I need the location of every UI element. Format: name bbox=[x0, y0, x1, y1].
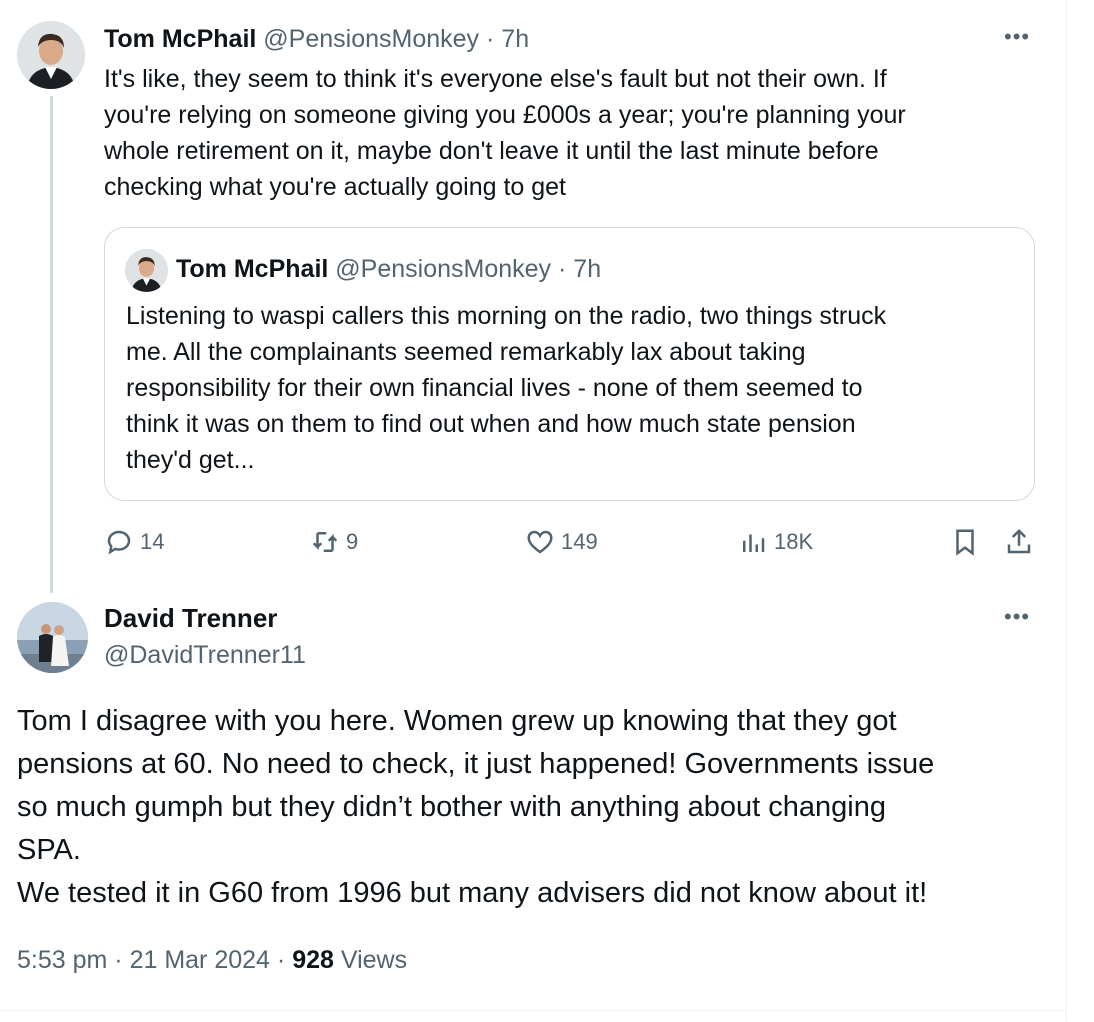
separator-dot: · bbox=[114, 946, 123, 974]
quoted-tweet-time: 7h bbox=[573, 255, 602, 283]
avatar-tom-mcphail-icon bbox=[17, 21, 85, 89]
tweet-time[interactable]: 7h bbox=[501, 25, 529, 53]
quoted-tweet-header: Tom McPhail @PensionsMonkey · 7h bbox=[176, 254, 601, 284]
tweet-time[interactable]: 5:53 pm bbox=[17, 946, 107, 974]
retweet-button[interactable]: 9 bbox=[310, 526, 358, 558]
thread-connector-line bbox=[50, 96, 53, 593]
share-icon bbox=[1007, 528, 1031, 554]
quoted-tweet-text: Listening to waspi callers this morning … bbox=[126, 302, 887, 474]
tweet-metadata: 5:53 pm · 21 Mar 2024 · 928 Views bbox=[17, 943, 407, 977]
like-count: 149 bbox=[561, 529, 598, 554]
avatar[interactable] bbox=[17, 602, 88, 673]
author-handle[interactable]: @PensionsMonkey bbox=[263, 25, 479, 53]
tweet-header: Tom McPhail @PensionsMonkey · 7h bbox=[104, 24, 529, 54]
retweet-icon bbox=[312, 532, 338, 552]
heart-icon bbox=[527, 530, 553, 554]
tweet-text: It's like, they seem to think it's every… bbox=[104, 65, 906, 201]
retweet-count: 9 bbox=[346, 529, 359, 554]
author-name[interactable]: Tom McPhail bbox=[104, 25, 256, 53]
bookmark-button[interactable] bbox=[950, 526, 980, 558]
more-options-icon[interactable]: ••• bbox=[1004, 606, 1030, 628]
reply-icon bbox=[107, 530, 131, 555]
separator-dot: · bbox=[558, 255, 567, 283]
views-button[interactable]: 18K bbox=[738, 526, 813, 558]
views-count: 18K bbox=[774, 529, 814, 554]
quoted-author-handle: @PensionsMonkey bbox=[335, 255, 552, 283]
avatar[interactable] bbox=[17, 21, 85, 89]
reply-count: 14 bbox=[140, 529, 165, 554]
reply-button[interactable]: 14 bbox=[104, 526, 164, 558]
tweet-text: Tom I disagree with you here. Women grew… bbox=[17, 705, 935, 909]
author-name[interactable]: David Trenner bbox=[104, 603, 277, 633]
views-count: 928 bbox=[292, 946, 334, 974]
quoted-author-name: Tom McPhail bbox=[176, 255, 329, 283]
separator-dot: · bbox=[276, 946, 286, 974]
separator-dot: · bbox=[486, 25, 495, 53]
like-button[interactable]: 149 bbox=[525, 526, 598, 558]
more-options-icon[interactable]: ••• bbox=[1004, 26, 1030, 48]
analytics-icon bbox=[743, 534, 765, 552]
tweet-date[interactable]: 21 Mar 2024 bbox=[130, 946, 270, 974]
views-label: Views bbox=[340, 946, 408, 974]
bottom-divider bbox=[0, 1010, 1066, 1011]
author-handle[interactable]: @DavidTrenner11 bbox=[104, 640, 306, 670]
column-border bbox=[1066, 0, 1067, 1022]
bookmark-icon bbox=[956, 529, 974, 556]
avatar-tom-mcphail-icon bbox=[125, 249, 168, 292]
avatar-david-trenner-icon bbox=[17, 602, 88, 673]
share-button[interactable] bbox=[1004, 526, 1034, 558]
quoted-avatar bbox=[125, 249, 168, 292]
